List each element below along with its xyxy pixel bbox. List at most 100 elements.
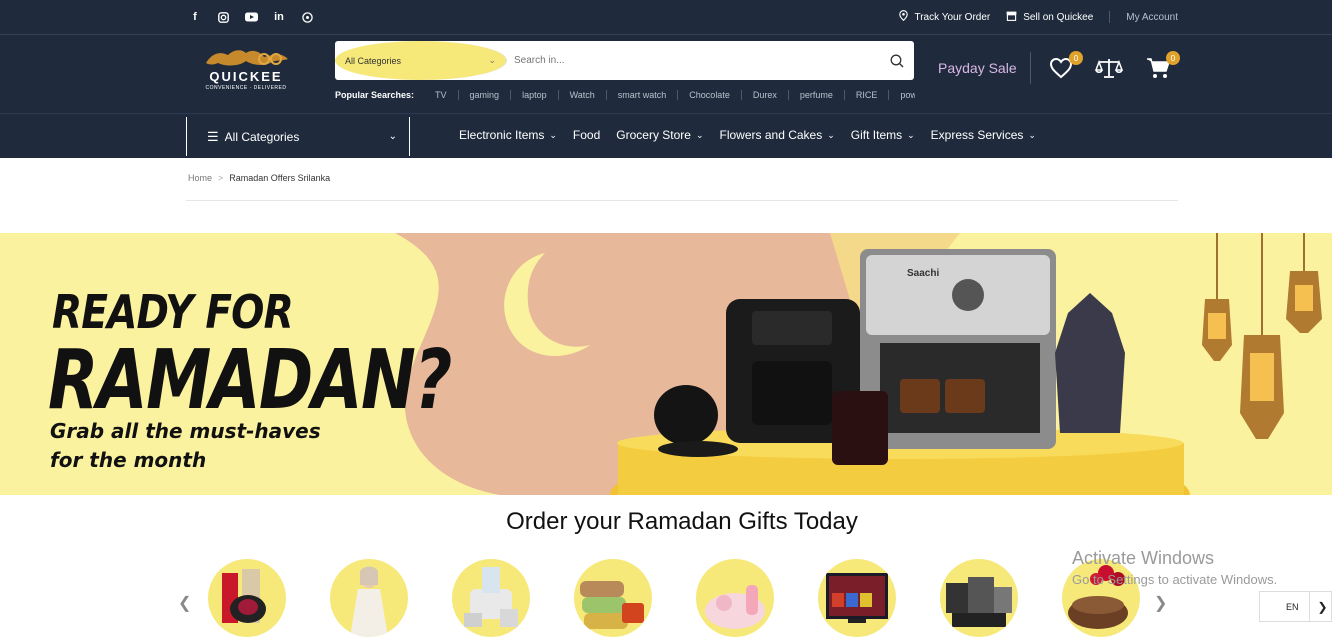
nav-item-label: Express Services [930, 128, 1024, 142]
popular-search-item[interactable]: laptop [511, 90, 559, 100]
dress-icon [350, 566, 388, 637]
top-links: Track Your Order Sell on Quickee My Acco… [899, 10, 1178, 24]
nav-item-label: Flowers and Cakes [719, 128, 823, 142]
language-switcher[interactable]: EN ❯ [1259, 591, 1332, 622]
all-categories-dropdown[interactable]: ☰ All Categories ⌄ [186, 117, 410, 156]
baby-care-icon [705, 585, 765, 629]
nav-item-food[interactable]: Food [573, 128, 600, 142]
cart-button[interactable]: 0 [1146, 51, 1180, 79]
compare-button[interactable] [1094, 57, 1124, 79]
lantern-icon [1055, 293, 1125, 433]
nav-item-grocery-store[interactable]: Grocery Store ⌄ [616, 128, 703, 142]
search-category-label: All Categories [345, 55, 402, 66]
tv-icon [826, 573, 888, 623]
category-fashion[interactable] [330, 559, 408, 637]
wishlist-count-badge: 0 [1069, 51, 1083, 65]
youtube-icon[interactable] [244, 10, 258, 24]
logo-tagline: CONVENIENCE · DELIVERED [205, 85, 287, 91]
chevron-down-icon: ⌄ [1028, 129, 1036, 140]
nav-item-electronic-items[interactable]: Electronic Items ⌄ [459, 128, 557, 142]
banner-subtitle-line: Grab all the must-haves [50, 419, 321, 443]
track-order-link[interactable]: Track Your Order [899, 10, 990, 24]
chevron-down-icon: ⌄ [488, 55, 496, 65]
main-nav: ☰ All Categories ⌄ Electronic Items ⌄ Foo… [0, 113, 1332, 158]
perfume-icon [222, 569, 266, 623]
nav-item-label: Electronic Items [459, 128, 545, 142]
popular-search-item[interactable]: smart watch [607, 90, 679, 100]
popular-search-item[interactable]: RICE [845, 90, 890, 100]
category-perfumes[interactable] [208, 559, 286, 637]
my-account-link[interactable]: My Account [1126, 12, 1178, 23]
nav-item-label: Grocery Store [616, 128, 691, 142]
watermark-subtitle: Go to Settings to activate Windows. [1072, 572, 1278, 587]
payday-sale-link[interactable]: Payday Sale [938, 60, 1017, 76]
cup-icon [654, 385, 718, 445]
category-baby-items[interactable] [696, 559, 774, 637]
store-icon [1006, 11, 1017, 24]
linkedin-icon[interactable]: in [272, 10, 286, 24]
nav-menu: Electronic Items ⌄ Food Grocery Store ⌄ Fl… [459, 128, 1036, 142]
carousel-prev-button[interactable]: ❮ [178, 593, 191, 613]
nav-item-label: Food [572, 128, 601, 142]
nav-item-label: Gift Items [850, 128, 903, 142]
popular-search-item[interactable]: Watch [559, 90, 607, 100]
top-bar: f in Track Your Order Sell on Quickee My… [0, 0, 1332, 35]
chevron-down-icon: ⌄ [695, 129, 704, 140]
cushion-icon [580, 581, 644, 629]
social-links: f in [188, 10, 314, 24]
category-televisions[interactable] [818, 559, 896, 637]
track-order-label: Track Your Order [914, 11, 991, 23]
search-category-select[interactable]: All Categories ⌄ [335, 41, 507, 80]
popular-search-item[interactable]: gaming [459, 90, 512, 100]
logo-horse-icon [206, 50, 288, 66]
category-kitchen-appliances[interactable] [452, 559, 530, 637]
gift-category-carousel [208, 559, 1140, 637]
breadcrumb-home[interactable]: Home [188, 173, 212, 183]
instagram-icon[interactable] [216, 10, 230, 24]
search-icon[interactable] [880, 42, 914, 79]
sell-on-label: Sell on Quickee [1023, 11, 1094, 23]
chevron-down-icon: ⌄ [907, 129, 915, 140]
sell-on-link[interactable]: Sell on Quickee [1006, 11, 1093, 24]
watermark-title: Activate Windows [1072, 548, 1215, 568]
chevron-down-icon: ⌄ [549, 129, 557, 140]
popular-searches-title: Popular Searches: [335, 90, 415, 100]
banner-headline-2: RAMADAN? [48, 333, 452, 428]
breadcrumb-separator: > [218, 173, 224, 183]
nav-item-express-services[interactable]: Express Services ⌄ [931, 128, 1036, 142]
facebook-icon[interactable]: f [188, 10, 202, 24]
banner-headline-1: READY FOR [52, 285, 294, 339]
popular-search-item[interactable]: perfume [789, 90, 845, 100]
category-electronics[interactable] [940, 559, 1018, 637]
section-title: Order your Ramadan Gifts Today [506, 508, 858, 535]
divider [1030, 52, 1031, 84]
location-pin-icon [899, 10, 909, 24]
category-home-decor[interactable] [574, 559, 652, 637]
language-code: EN [1260, 592, 1310, 621]
perfume-icon [832, 391, 888, 465]
wishlist-button[interactable]: 0 [1049, 51, 1083, 79]
divider [186, 200, 1178, 201]
popular-search-item[interactable]: power [889, 90, 915, 100]
popular-search-item[interactable]: TV [424, 90, 459, 100]
banner-subtitle: Grab all the must-haves for the month [50, 417, 321, 475]
quickee-logo[interactable]: QUICKEE CONVENIENCE · DELIVERED [196, 47, 296, 95]
chevron-down-icon: ⌄ [827, 129, 835, 140]
search-bar: All Categories ⌄ [335, 41, 914, 80]
ramadan-hero-banner[interactable]: READY FOR RAMADAN? Grab all the must-hav… [0, 233, 1332, 495]
logo-name: QUICKEE [209, 69, 283, 84]
nav-item-gift-items[interactable]: Gift Items ⌄ [851, 128, 915, 142]
whatsapp-icon[interactable] [300, 10, 314, 24]
cart-count-badge: 0 [1166, 51, 1180, 65]
all-categories-label: All Categories [224, 129, 300, 144]
chevron-right-icon[interactable]: ❯ [1310, 600, 1328, 614]
carousel-next-button[interactable]: ❯ [1154, 593, 1167, 613]
breadcrumb-current: Ramadan Offers Srilanka [229, 173, 331, 183]
appliances-icon [946, 577, 1012, 627]
chevron-down-icon: ⌄ [388, 131, 397, 142]
popular-search-item[interactable]: Chocolate [678, 90, 742, 100]
search-input[interactable] [507, 42, 880, 79]
popular-search-item[interactable]: Durex [742, 90, 789, 100]
divider [1109, 11, 1111, 23]
nav-item-flowers-and-cakes[interactable]: Flowers and Cakes ⌄ [720, 128, 835, 142]
